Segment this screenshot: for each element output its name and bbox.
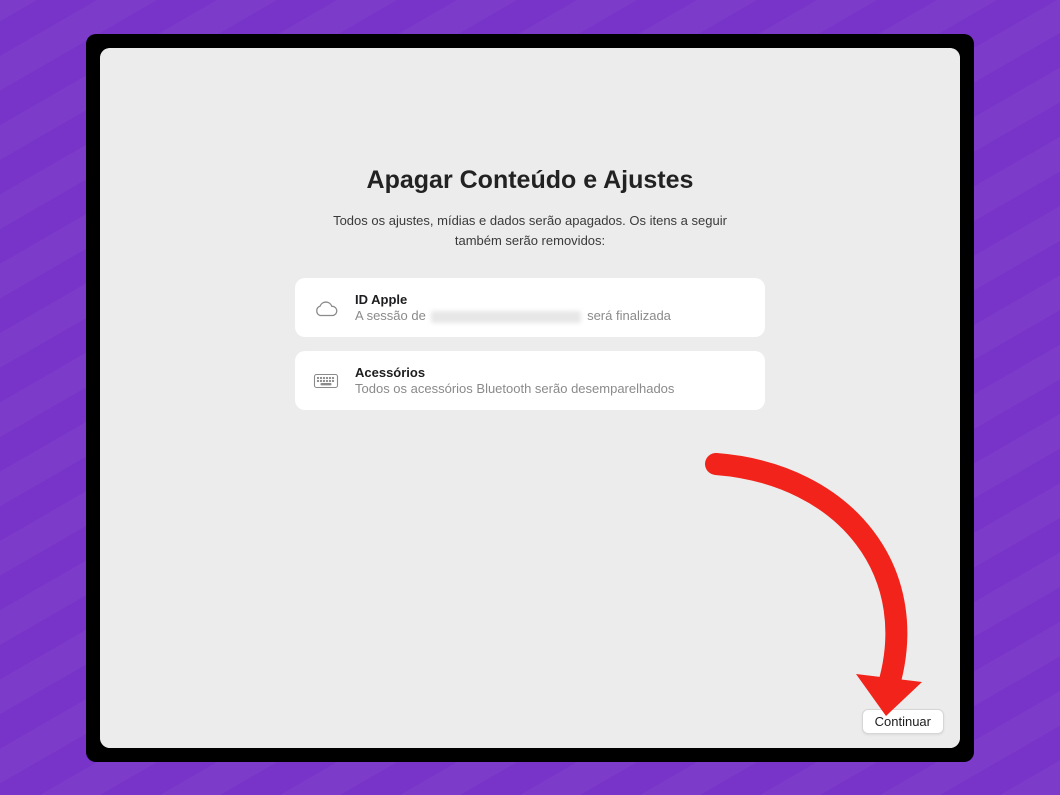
page-title: Apagar Conteúdo e Ajustes bbox=[367, 166, 694, 195]
sub-prefix: A sessão de bbox=[355, 308, 429, 323]
accessories-card: Acessórios Todos os acessórios Bluetooth… bbox=[295, 351, 765, 410]
card-subtitle: A sessão de será finalizada bbox=[355, 308, 747, 323]
screenshot-frame: Transferir ou Redefinir Apagar Conteúdo … bbox=[86, 34, 974, 762]
continue-button[interactable]: Continuar bbox=[862, 709, 944, 734]
apple-id-card: ID Apple A sessão de será finalizada bbox=[295, 278, 765, 337]
removal-items-list: ID Apple A sessão de será finalizada bbox=[295, 278, 765, 410]
macos-window: Transferir ou Redefinir Apagar Conteúdo … bbox=[100, 48, 960, 748]
card-title: Acessórios bbox=[355, 365, 747, 380]
card-body: Acessórios Todos os acessórios Bluetooth… bbox=[355, 365, 747, 396]
cloud-icon bbox=[313, 295, 339, 321]
content-outer: Apagar Conteúdo e Ajustes Todos os ajust… bbox=[100, 92, 960, 748]
card-body: ID Apple A sessão de será finalizada bbox=[355, 292, 747, 323]
card-subtitle: Todos os acessórios Bluetooth serão dese… bbox=[355, 381, 747, 396]
content-panel: Apagar Conteúdo e Ajustes Todos os ajust… bbox=[100, 48, 960, 748]
redacted-email bbox=[431, 311, 581, 323]
page-subtitle: Todos os ajustes, mídias e dados serão a… bbox=[310, 211, 750, 250]
keyboard-icon bbox=[313, 368, 339, 394]
sub-suffix: será finalizada bbox=[587, 308, 671, 323]
card-title: ID Apple bbox=[355, 292, 747, 307]
